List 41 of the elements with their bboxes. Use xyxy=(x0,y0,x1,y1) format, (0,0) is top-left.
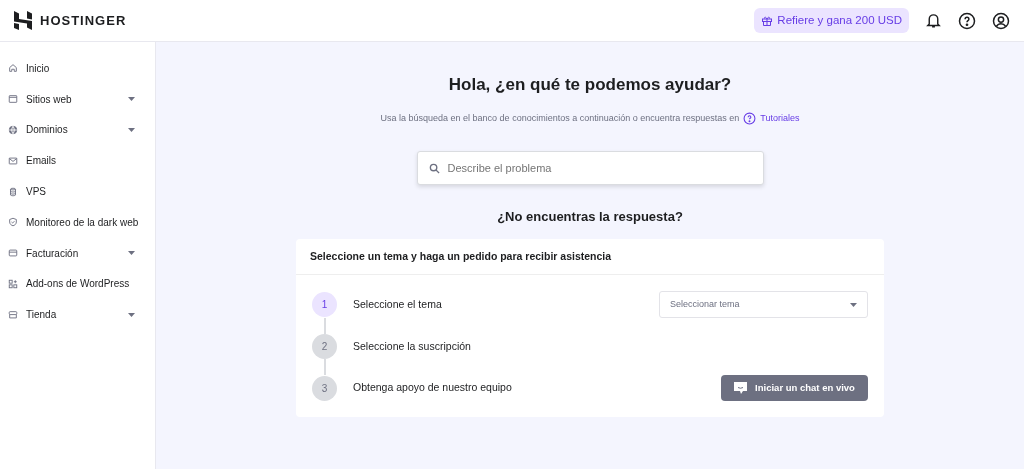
help-icon[interactable] xyxy=(958,11,976,30)
sidebar-item[interactable]: Add-ons de WordPress xyxy=(0,268,155,300)
card-title: Seleccione un tema y haga un pedido para recibir asistencia xyxy=(296,238,884,276)
sidebar-item[interactable]: Tienda xyxy=(0,299,155,331)
step-label: Seleccione la suscripción xyxy=(353,338,472,354)
chat-icon xyxy=(734,382,748,395)
caret-icon xyxy=(850,302,857,307)
help-icon xyxy=(743,111,757,125)
menu-item-icon xyxy=(8,248,18,259)
menu-item-icon xyxy=(8,278,18,289)
sidebar-item[interactable]: Inicio xyxy=(0,53,155,84)
section-heading: ¿No encuentras la respuesta? xyxy=(497,208,683,226)
menu-item-icon xyxy=(8,217,18,228)
sidebar-item[interactable]: Sitios web xyxy=(0,83,155,115)
sidebar-item[interactable]: Facturación xyxy=(0,237,155,269)
search-field[interactable]: Describe el problema xyxy=(416,151,764,185)
step-number: 1 xyxy=(312,292,337,318)
menu-item-icon xyxy=(8,309,18,320)
tutorials-link[interactable]: Tutoriales xyxy=(760,111,800,125)
step-number: 3 xyxy=(312,375,337,401)
brand-name: HOSTINGER xyxy=(40,11,127,30)
menu-item-icon xyxy=(8,125,18,135)
referral-button[interactable]: Refiere y gana 200 USD xyxy=(754,7,909,34)
step-label: Obtenga apoyo de nuestro equipo xyxy=(353,380,513,396)
logo-icon xyxy=(14,11,32,30)
account-icon[interactable] xyxy=(992,11,1010,30)
menu-item-icon xyxy=(8,155,18,166)
menu-item-icon xyxy=(8,186,18,197)
step-number: 2 xyxy=(312,334,337,360)
subtitle-text: Usa la búsqueda en el banco de conocimientos a continuación o encuentra respuestas en xyxy=(380,111,740,125)
sidebar-item[interactable]: Emails xyxy=(0,145,155,177)
topic-dropdown[interactable]: Seleccionar tema xyxy=(659,291,868,319)
sidebar-item[interactable]: Monitoreo de la dark web xyxy=(0,207,155,238)
menu-item-icon xyxy=(8,94,18,105)
menu-item-icon xyxy=(8,63,18,74)
gift-icon xyxy=(761,14,774,27)
step-label: Seleccione el tema xyxy=(353,296,443,312)
bell-icon[interactable] xyxy=(925,12,942,29)
sidebar-item[interactable]: Dominios xyxy=(0,114,155,146)
page-title: Hola, ¿en qué te podemos ayudar? xyxy=(448,74,732,96)
sidebar-item[interactable]: VPS xyxy=(0,176,155,207)
